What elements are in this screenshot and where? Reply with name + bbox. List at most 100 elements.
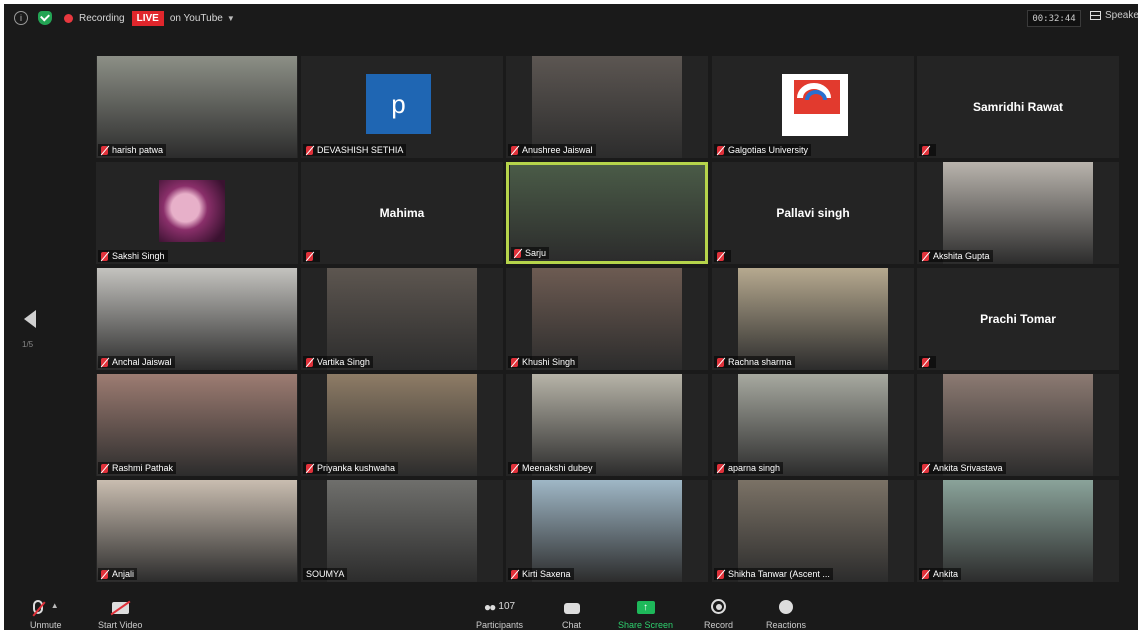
participant-tile[interactable]: Anchal Jaiswal (96, 268, 298, 370)
chat-button[interactable]: Chat (562, 598, 581, 630)
participant-video (532, 56, 682, 158)
participant-name-label: Vartika Singh (303, 356, 373, 368)
participant-tile[interactable]: Pallavi singh (712, 162, 914, 264)
participant-name-label: Sarju (511, 247, 550, 259)
meeting-timer: 00:32:44 (1027, 10, 1081, 27)
muted-mic-icon (101, 463, 108, 473)
participant-name-label (714, 250, 731, 262)
participants-button[interactable]: ●● 107 Participants (476, 598, 523, 630)
unmute-button[interactable]: ▲ Unmute (30, 598, 62, 630)
previous-page-arrow-icon[interactable] (24, 310, 36, 328)
muted-mic-icon (717, 251, 724, 261)
participant-name: DEVASHISH SETHIA (317, 145, 404, 155)
participant-tile[interactable]: Rachna sharma (712, 268, 914, 370)
participant-name-label: Kirti Saxena (508, 568, 574, 580)
muted-mic-icon (511, 569, 518, 579)
participant-display-name: Mahima (379, 206, 425, 220)
reactions-button[interactable]: Reactions (766, 598, 806, 630)
avatar: p (366, 74, 431, 134)
muted-mic-icon (511, 145, 518, 155)
participant-video (943, 480, 1093, 582)
university-logo (782, 74, 848, 136)
muted-mic-icon (717, 463, 724, 473)
participant-video (97, 56, 297, 158)
participant-tile[interactable]: Ankita (917, 480, 1119, 582)
participant-tile[interactable]: Rashmi Pathak (96, 374, 298, 476)
muted-mic-icon (306, 145, 313, 155)
participant-video (943, 162, 1093, 264)
participant-tile[interactable]: Prachi Tomar (917, 268, 1119, 370)
unmute-label: Unmute (30, 620, 62, 630)
share-screen-icon: ↑ (636, 601, 655, 614)
participant-tile[interactable]: Shikha Tanwar (Ascent ... (712, 480, 914, 582)
participant-name: SOUMYA (306, 569, 345, 579)
participant-name-label: Akshita Gupta (919, 250, 993, 262)
participant-tile[interactable]: Galgotias University (712, 56, 914, 158)
participant-tile[interactable]: Mahima (301, 162, 503, 264)
muted-mic-icon (511, 463, 518, 473)
participant-tile[interactable]: Meenakshi dubey (506, 374, 708, 476)
participant-video (327, 268, 477, 370)
participant-display-name: Samridhi Rawat (972, 100, 1064, 114)
participant-name-label: Shikha Tanwar (Ascent ... (714, 568, 833, 580)
live-stream-target[interactable]: on YouTube (170, 13, 223, 24)
participant-video (327, 374, 477, 476)
page-indicator: 1/5 (22, 340, 34, 349)
participant-name: Sarju (525, 248, 547, 258)
muted-mic-icon (306, 463, 313, 473)
start-video-label: Start Video (98, 620, 143, 630)
participant-tile[interactable]: Akshita Gupta (917, 162, 1119, 264)
muted-mic-icon (717, 145, 724, 155)
participant-tile[interactable]: p DEVASHISH SETHIA (301, 56, 503, 158)
video-camera-off-icon (111, 602, 129, 614)
participant-name: Galgotias University (728, 145, 809, 155)
participant-tile[interactable]: Priyanka kushwaha (301, 374, 503, 476)
participant-tile[interactable]: Ankita Srivastava (917, 374, 1119, 476)
microphone-muted-icon (32, 600, 43, 614)
record-button[interactable]: Record (704, 598, 733, 630)
start-video-button[interactable]: Start Video (98, 598, 142, 630)
participant-tile[interactable]: Sakshi Singh (96, 162, 298, 264)
participant-video (738, 268, 888, 370)
participant-video (532, 268, 682, 370)
view-switch-button[interactable]: Speaker (1090, 10, 1138, 21)
participant-name-label: SOUMYA (303, 568, 348, 580)
security-shield-icon[interactable] (38, 11, 52, 25)
profile-picture (159, 180, 225, 242)
participant-name-label: DEVASHISH SETHIA (303, 144, 407, 156)
participant-tile[interactable]: SOUMYA (301, 480, 503, 582)
muted-mic-icon (511, 357, 518, 367)
participant-name: Akshita Gupta (933, 251, 990, 261)
chevron-down-icon[interactable]: ▼ (227, 14, 235, 23)
participant-name: Shikha Tanwar (Ascent ... (728, 569, 830, 579)
participant-display-name: Prachi Tomar (980, 312, 1056, 326)
participant-name: Vartika Singh (317, 357, 370, 367)
muted-mic-icon (717, 357, 724, 367)
participant-name: Priyanka kushwaha (317, 463, 396, 473)
participant-name: Anushree Jaiswal (522, 145, 593, 155)
record-label: Record (704, 620, 734, 630)
info-icon[interactable]: i (14, 11, 28, 25)
share-screen-button[interactable]: ↑ Share Screen (618, 598, 673, 630)
participant-tile[interactable]: aparna singh (712, 374, 914, 476)
muted-mic-icon (922, 569, 929, 579)
participant-tile[interactable]: Kirti Saxena (506, 480, 708, 582)
participant-tile[interactable]: Vartika Singh (301, 268, 503, 370)
participant-display-name: Pallavi singh (776, 206, 850, 220)
participant-tile[interactable]: Anushree Jaiswal (506, 56, 708, 158)
participants-icon: ●● (483, 600, 496, 614)
participant-tile[interactable]: Anjali (96, 480, 298, 582)
muted-mic-icon (922, 463, 929, 473)
participant-name-label: Anchal Jaiswal (98, 356, 175, 368)
participant-name: Sakshi Singh (112, 251, 165, 261)
participant-video (97, 374, 297, 476)
reaction-smiley-icon (779, 600, 794, 614)
muted-mic-icon (922, 251, 929, 261)
participant-tile[interactable]: Khushi Singh (506, 268, 708, 370)
participant-name: Meenakshi dubey (522, 463, 593, 473)
participant-name-label: Ankita (919, 568, 962, 580)
participant-tile[interactable]: harish patwa (96, 56, 298, 158)
participant-tile[interactable]: Samridhi Rawat (917, 56, 1119, 158)
chevron-up-icon[interactable]: ▲ (51, 601, 59, 610)
participant-tile[interactable]: Sarju (506, 162, 708, 264)
